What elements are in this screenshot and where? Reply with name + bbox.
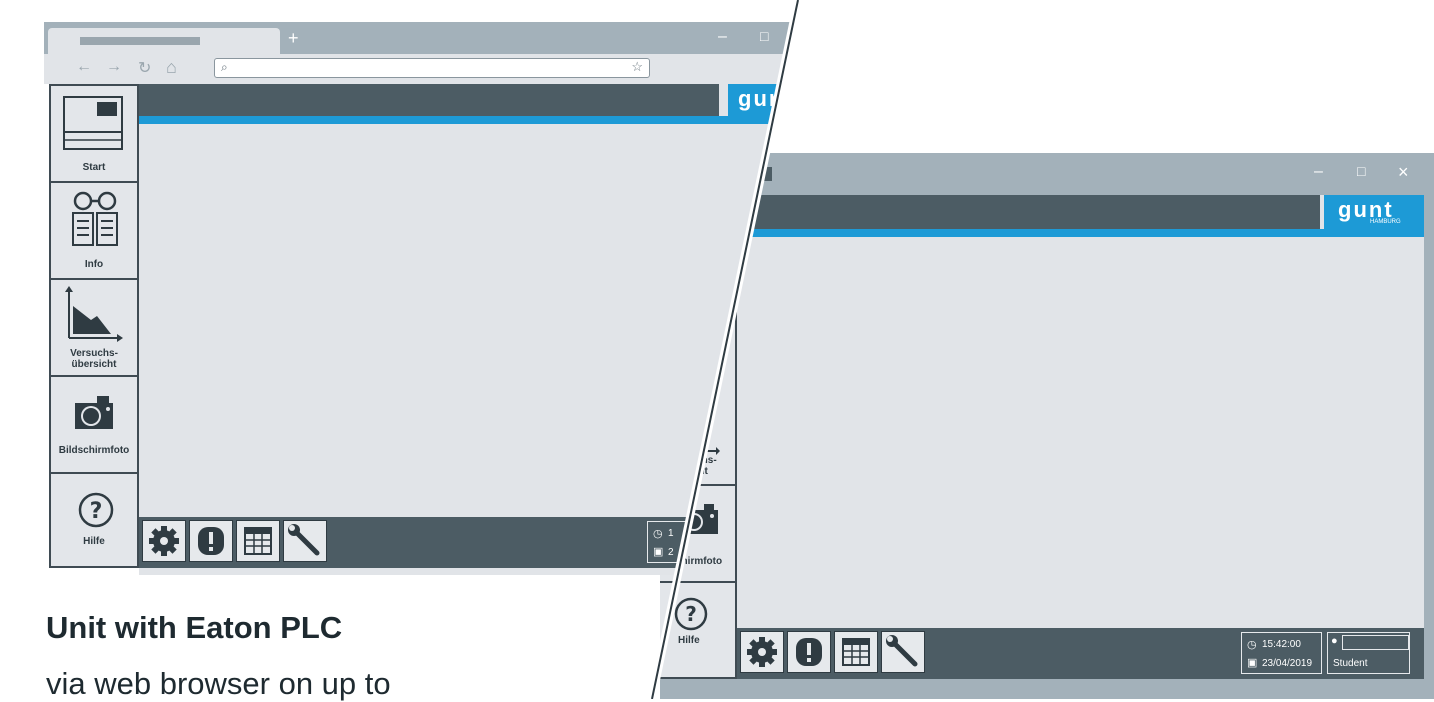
time-value: 15:42:00 xyxy=(1262,639,1301,650)
clock-icon: ◷ xyxy=(653,528,663,540)
app-frame-bottom xyxy=(660,679,1434,699)
alert-button[interactable] xyxy=(189,520,233,562)
wrench-icon xyxy=(886,635,918,667)
table-button[interactable] xyxy=(236,520,280,562)
svg-text:?: ? xyxy=(90,499,103,524)
calendar-icon: ▣ xyxy=(1247,657,1258,669)
gunt-logo-subtext: HAMBURG xyxy=(1370,219,1401,225)
sidebar-item-label: Bildschirmfoto xyxy=(58,445,130,456)
settings-button[interactable] xyxy=(740,631,784,673)
maximize-button[interactable]: □ xyxy=(760,28,768,44)
back-button[interactable]: ← xyxy=(76,58,92,76)
browser-chrome: + – □ ← → ↻ ⌂ ⌕ ☆ xyxy=(44,22,796,84)
clock-icon: ◷ xyxy=(1247,639,1257,651)
date-value: 2 xyxy=(668,547,674,558)
browser-window: + – □ ← → ↻ ⌂ ⌕ ☆ gunt Start Info Versuc… xyxy=(44,22,796,575)
sidebar-item-label: Hilfe xyxy=(678,635,700,646)
minimize-button[interactable]: – xyxy=(718,28,727,46)
alert-button[interactable] xyxy=(787,631,831,673)
sidebar-item-label: Start xyxy=(82,162,106,173)
home-button[interactable]: ⌂ xyxy=(166,57,177,78)
app-content-area xyxy=(660,195,1424,679)
sidebar-item-screenshot[interactable]: Bildschirmfoto xyxy=(51,377,137,474)
alert-icon xyxy=(796,638,822,666)
user-panel[interactable]: ● Student xyxy=(1327,632,1410,674)
favorite-star-icon[interactable]: ☆ xyxy=(631,59,643,75)
close-button[interactable]: × xyxy=(1398,162,1409,183)
user-icon: ● xyxy=(1331,635,1338,647)
calendar-icon: ▣ xyxy=(653,546,664,558)
sidebar-item-overview[interactable]: Versuchs- übersicht xyxy=(51,280,137,377)
gunt-logo-text: gunt xyxy=(738,86,794,111)
time-value: 1 xyxy=(668,528,674,539)
help-icon: ? xyxy=(78,492,114,528)
address-bar[interactable]: ⌕ ☆ xyxy=(214,58,650,78)
app-titlebar: – □ × xyxy=(660,153,1434,195)
sidebar-item-help[interactable]: ? Hilfe xyxy=(51,474,137,566)
new-tab-button[interactable]: + xyxy=(288,28,299,49)
service-button[interactable] xyxy=(283,520,327,562)
app-header-bar xyxy=(660,195,1320,229)
table-button[interactable] xyxy=(834,631,878,673)
sidebar-item-label: chirmfoto xyxy=(676,556,723,567)
help-icon: ? xyxy=(674,597,708,631)
sidebar-item-help[interactable]: ? Hilfe xyxy=(660,583,735,681)
sidebar-item-label: Versuchs- xyxy=(70,348,118,359)
forward-button[interactable]: → xyxy=(106,58,122,76)
wrench-icon xyxy=(288,524,320,556)
caption-subtitle: via web browser on up to xyxy=(46,666,391,701)
user-name: Student xyxy=(1333,658,1368,669)
user-indicator xyxy=(1342,635,1409,650)
tab-title-placeholder xyxy=(80,37,200,45)
minimize-button[interactable]: – xyxy=(1314,163,1323,181)
settings-icon xyxy=(149,526,179,556)
sidebar-item-label: übersicht xyxy=(71,359,117,370)
gunt-logo-partial: gunt xyxy=(728,84,796,116)
caption-title: Unit with Eaton PLC xyxy=(46,610,343,645)
camera-icon xyxy=(75,396,113,429)
search-icon: ⌕ xyxy=(221,60,228,74)
app-header-accent xyxy=(660,229,1424,237)
alert-icon xyxy=(198,527,224,555)
app-window: – □ × gunt HAMBURG uchs- icht chirmfoto … xyxy=(660,153,1434,699)
reload-button[interactable]: ↻ xyxy=(138,58,151,78)
sidebar-item-start[interactable]: Start xyxy=(51,86,137,183)
toolbar-row: ← → ↻ ⌂ ⌕ ☆ xyxy=(44,54,796,84)
gunt-logo: gunt HAMBURG xyxy=(1324,195,1424,229)
browser-sidebar: Start Info Versuchs- übersicht Bildschir… xyxy=(49,84,139,568)
app-bottom-bar: ◷ 15:42:00 ▣ 23/04/2019 ● Student xyxy=(737,628,1424,679)
service-button[interactable] xyxy=(881,631,925,673)
browser-header-accent xyxy=(139,116,796,124)
sidebar-item-info[interactable]: Info xyxy=(51,183,137,280)
settings-icon xyxy=(747,637,777,667)
table-icon xyxy=(244,527,272,555)
settings-button[interactable] xyxy=(142,520,186,562)
browser-header-bar xyxy=(139,84,719,116)
datetime-panel: ◷ 15:42:00 ▣ 23/04/2019 xyxy=(1241,632,1322,674)
chart-icon xyxy=(65,286,123,342)
start-screen-icon xyxy=(63,96,123,150)
sidebar-item-label: Hilfe xyxy=(83,536,105,547)
svg-text:?: ? xyxy=(685,602,697,626)
table-icon xyxy=(842,638,870,666)
sidebar-item-label: Info xyxy=(84,259,104,270)
book-glasses-icon xyxy=(72,191,118,246)
browser-tab[interactable] xyxy=(48,28,280,54)
date-value: 23/04/2019 xyxy=(1262,658,1313,669)
app-frame-right xyxy=(1424,195,1434,699)
maximize-button[interactable]: □ xyxy=(1357,163,1365,179)
